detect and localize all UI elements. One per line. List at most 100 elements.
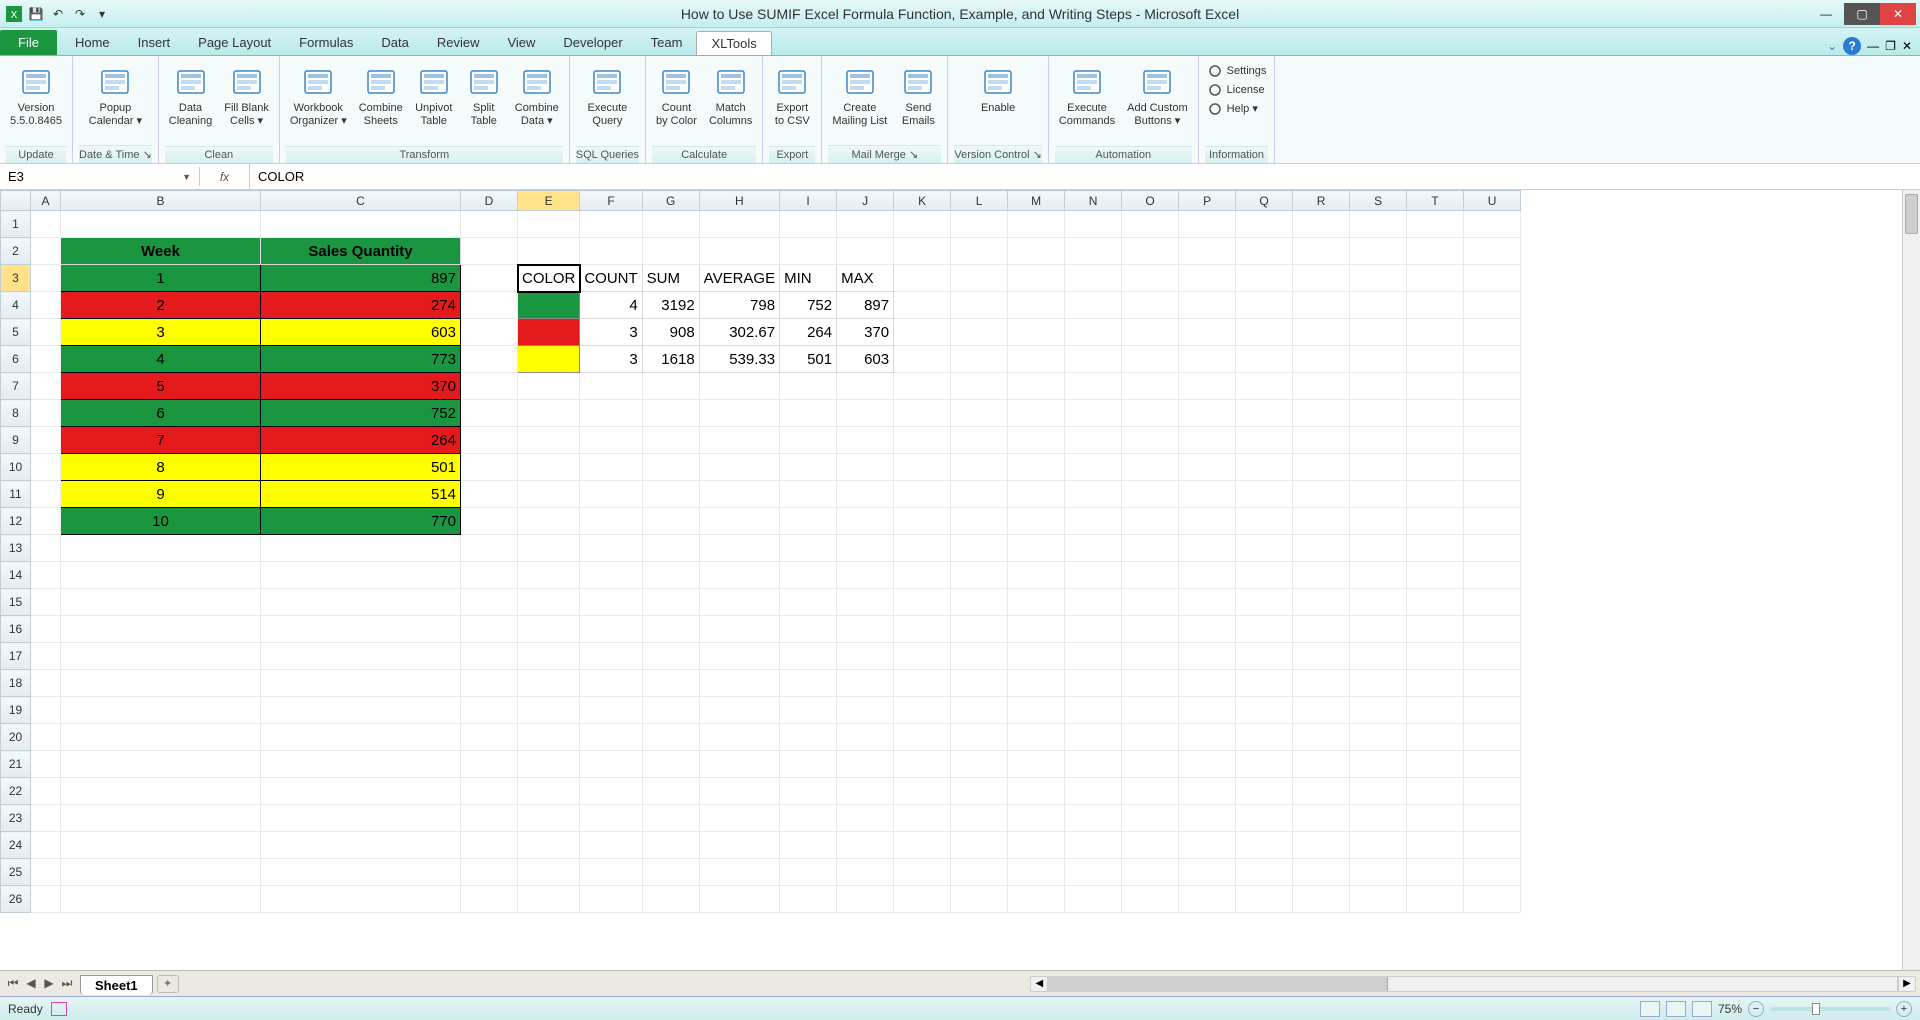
col-header[interactable]: A [31, 191, 61, 211]
cell[interactable] [1407, 427, 1464, 454]
cell[interactable] [1065, 400, 1122, 427]
cell[interactable] [461, 724, 518, 751]
cell[interactable] [1236, 751, 1293, 778]
cell[interactable] [1407, 778, 1464, 805]
col-header[interactable]: G [642, 191, 699, 211]
cell[interactable] [1122, 481, 1179, 508]
cell[interactable] [1407, 454, 1464, 481]
zoom-slider[interactable] [1770, 1007, 1890, 1011]
cell[interactable] [1407, 346, 1464, 373]
ribbon-create[interactable]: Create Mailing List [828, 62, 891, 129]
sheet-nav-next-icon[interactable]: ▶ [40, 976, 58, 991]
cell[interactable] [951, 616, 1008, 643]
cell[interactable] [31, 265, 61, 292]
cell[interactable] [1350, 778, 1407, 805]
cell[interactable] [518, 589, 580, 616]
cell[interactable] [1179, 508, 1236, 535]
cell[interactable] [951, 859, 1008, 886]
cell[interactable] [699, 832, 779, 859]
cell[interactable] [61, 832, 261, 859]
cell[interactable] [1008, 562, 1065, 589]
row-header[interactable]: 7 [1, 373, 31, 400]
cell[interactable] [1065, 562, 1122, 589]
cell[interactable] [642, 778, 699, 805]
cell[interactable] [894, 886, 951, 913]
row-header[interactable]: 13 [1, 535, 31, 562]
tab-data[interactable]: Data [367, 31, 422, 55]
ribbon-match[interactable]: Match Columns [705, 62, 756, 129]
cell[interactable] [1236, 319, 1293, 346]
ribbon-count[interactable]: Count by Color [652, 62, 701, 129]
sheet-nav-prev-icon[interactable]: ◀ [22, 976, 40, 991]
row-header[interactable]: 9 [1, 427, 31, 454]
zoom-out-button[interactable]: − [1748, 1001, 1764, 1017]
cell[interactable] [518, 292, 580, 319]
cell[interactable] [1065, 751, 1122, 778]
cell[interactable] [518, 616, 580, 643]
cell[interactable] [61, 643, 261, 670]
cell[interactable] [461, 454, 518, 481]
cell[interactable] [1179, 292, 1236, 319]
cell[interactable] [1179, 238, 1236, 265]
tab-formulas[interactable]: Formulas [285, 31, 367, 55]
cell[interactable] [31, 454, 61, 481]
cell[interactable] [1008, 346, 1065, 373]
cell[interactable] [837, 724, 894, 751]
cell[interactable] [780, 508, 837, 535]
cell[interactable] [1293, 454, 1350, 481]
cell[interactable] [461, 616, 518, 643]
cell[interactable] [699, 697, 779, 724]
cell[interactable]: 752 [261, 400, 461, 427]
cell[interactable] [951, 481, 1008, 508]
cell[interactable] [1065, 697, 1122, 724]
sheet-tab[interactable]: Sheet1 [80, 975, 153, 995]
ribbon-options-icon[interactable]: ⌄ [1827, 39, 1837, 53]
cell[interactable] [1179, 724, 1236, 751]
col-header[interactable]: M [1008, 191, 1065, 211]
cell[interactable] [31, 427, 61, 454]
cell[interactable] [1065, 211, 1122, 238]
cell[interactable] [461, 589, 518, 616]
cell[interactable] [1407, 751, 1464, 778]
cell[interactable]: 264 [780, 319, 837, 346]
cell[interactable] [261, 859, 461, 886]
cell[interactable] [461, 319, 518, 346]
cell[interactable] [1179, 211, 1236, 238]
cell[interactable] [31, 697, 61, 724]
cell[interactable]: 7 [61, 427, 261, 454]
cell[interactable] [31, 400, 61, 427]
cell[interactable]: 2 [61, 292, 261, 319]
minimize-button[interactable]: — [1808, 3, 1844, 25]
cell[interactable] [1350, 535, 1407, 562]
ribbon-license[interactable]: License [1205, 81, 1269, 99]
cell[interactable] [580, 238, 642, 265]
cell[interactable] [1464, 697, 1521, 724]
cell[interactable] [1236, 886, 1293, 913]
cell[interactable] [1407, 562, 1464, 589]
ribbon-workbook[interactable]: Workbook Organizer ▾ [286, 62, 351, 129]
cell[interactable] [580, 427, 642, 454]
cell[interactable]: 4 [580, 292, 642, 319]
cell[interactable] [1464, 616, 1521, 643]
row-header[interactable]: 20 [1, 724, 31, 751]
cell[interactable] [1008, 643, 1065, 670]
window-close-icon[interactable]: ✕ [1902, 39, 1912, 53]
cell[interactable] [837, 238, 894, 265]
cell[interactable] [1008, 454, 1065, 481]
cell[interactable] [1122, 454, 1179, 481]
cell[interactable] [1350, 373, 1407, 400]
cell[interactable] [61, 535, 261, 562]
cell[interactable] [1065, 454, 1122, 481]
cell[interactable] [837, 805, 894, 832]
cell[interactable] [642, 832, 699, 859]
cell[interactable] [1293, 778, 1350, 805]
cell[interactable] [580, 616, 642, 643]
cell[interactable]: 1 [61, 265, 261, 292]
cell[interactable]: 264 [261, 427, 461, 454]
cell[interactable]: 3192 [642, 292, 699, 319]
cell[interactable]: 6 [61, 400, 261, 427]
cell[interactable]: AVERAGE [699, 265, 779, 292]
cell[interactable]: 798 [699, 292, 779, 319]
cell[interactable] [1293, 292, 1350, 319]
cell[interactable] [61, 670, 261, 697]
